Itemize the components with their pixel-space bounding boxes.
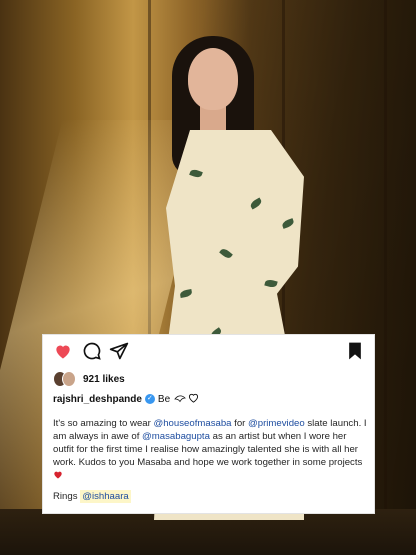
rings-credit: Rings @ishhaara [53,490,131,503]
likes-count[interactable]: 921 likes [83,374,125,385]
bookmark-icon[interactable] [345,341,365,361]
rings-label: Rings [53,491,81,502]
bird-emoji-icon [174,393,187,406]
caption-text: for [231,418,249,429]
red-heart-emoji-icon: ❤️ [53,470,63,481]
wood-panel-seam [384,0,387,555]
mention-link[interactable]: @houseofmasaba [153,418,231,429]
heart-outline-icon [188,393,199,406]
heart-icon[interactable] [53,341,73,361]
mention-link[interactable]: @masabagupta [142,431,210,442]
mention-link[interactable]: @primevideo [248,418,305,429]
share-icon[interactable] [109,341,129,361]
caption-text: It's so amazing to wear [53,418,154,429]
avatar [62,371,76,387]
verified-badge-icon: ✓ [144,394,155,404]
comment-icon[interactable] [82,341,102,361]
instagram-post-card: 921 likes rajshri_deshpande ✓ Be It's so… [42,334,375,514]
mention-link[interactable]: @ishhaara [80,490,131,503]
bio-snippet: Be [157,393,171,405]
post-author-row: rajshri_deshpande ✓ Be [53,391,199,407]
post-caption: It's so amazing to wear @houseofmasaba f… [53,417,368,482]
likes-row: 921 likes [53,371,125,387]
username[interactable]: rajshri_deshpande [53,394,142,405]
post-actions-bar [53,341,366,363]
liker-avatars[interactable] [53,371,79,387]
face [188,48,238,110]
